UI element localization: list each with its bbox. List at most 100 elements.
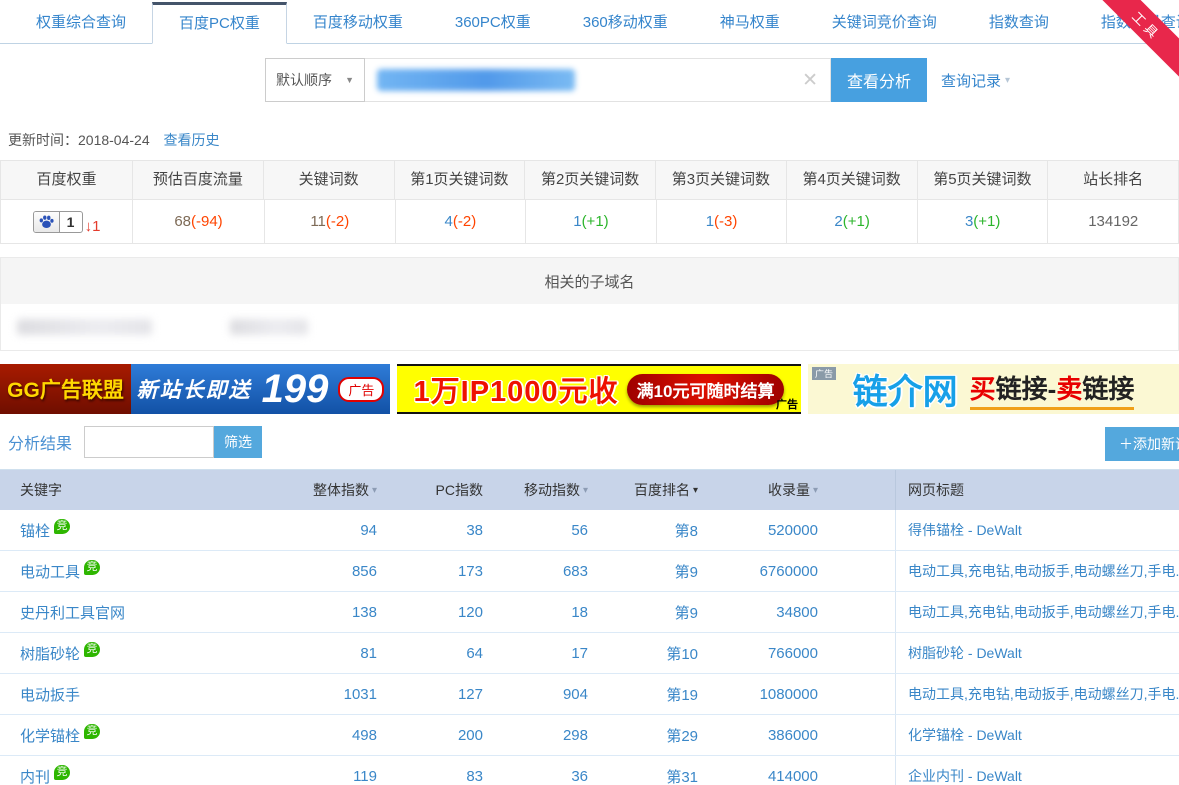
- page-title-link[interactable]: 树脂砂轮 - DeWalt: [908, 643, 1022, 663]
- summary-column-header: 第2页关键词数: [524, 161, 655, 199]
- baidu-rank-value[interactable]: 第9: [588, 561, 698, 582]
- column-header[interactable]: 收录量 ▾: [698, 480, 818, 500]
- mobile-index-value[interactable]: 904: [483, 686, 588, 703]
- update-time-label: 更新时间：: [8, 132, 78, 148]
- column-header[interactable]: 百度排名 ▾: [588, 480, 698, 500]
- table-row: 内刊竞 119 83 36 第31 414000 企业内刊 - DeWalt: [0, 756, 1179, 785]
- keyword-link[interactable]: 电动扳手: [20, 687, 80, 704]
- keyword-link[interactable]: 化学锚栓: [20, 728, 80, 745]
- bid-badge: 竞: [84, 642, 100, 657]
- baidu-rank-value[interactable]: 第9: [588, 602, 698, 623]
- table-row: 树脂砂轮竞 81 64 17 第10 766000 树脂砂轮 - DeWalt: [0, 633, 1179, 674]
- overall-index-value[interactable]: 119: [320, 768, 377, 785]
- column-header[interactable]: 移动指数 ▾: [483, 480, 588, 500]
- summary-value[interactable]: 2: [834, 213, 842, 230]
- overall-index-value[interactable]: 856: [320, 563, 377, 580]
- summary-value: 11: [310, 213, 326, 230]
- top-tab-bar: 权重综合查询百度PC权重百度移动权重360PC权重360移动权重神马权重关键词竞…: [0, 0, 1179, 44]
- clear-icon[interactable]: ✕: [802, 69, 818, 92]
- summary-value[interactable]: 3: [965, 213, 973, 230]
- baidu-rank-value[interactable]: 第19: [588, 684, 698, 705]
- mobile-index-value[interactable]: 56: [483, 522, 588, 539]
- nav-tab[interactable]: 神马权重: [694, 3, 806, 43]
- search-input[interactable]: ✕: [365, 58, 831, 102]
- keyword-table-header: 关键字 整体指数 ▾ PC指数 移动指数 ▾ 百度排名 ▾ 收录量 ▾ 网页标题: [0, 470, 1179, 510]
- filter-button[interactable]: 筛选: [214, 426, 262, 458]
- collected-count-value[interactable]: 6760000: [698, 563, 818, 580]
- search-bar: 默认顺序 ▼ ✕ 查看分析 查询记录 ▾: [265, 58, 1179, 102]
- overall-index-value[interactable]: 81: [320, 645, 377, 662]
- mobile-index-value[interactable]: 18: [483, 604, 588, 621]
- baidu-weight-badge[interactable]: 1: [33, 211, 83, 233]
- summary-column-header: 第1页关键词数: [394, 161, 525, 199]
- mobile-index-value[interactable]: 683: [483, 563, 588, 580]
- view-history-link[interactable]: 查看历史: [164, 132, 220, 148]
- overall-index-value[interactable]: 1031: [320, 686, 377, 703]
- mobile-index-value[interactable]: 36: [483, 768, 588, 785]
- weight-change: ↓1: [85, 218, 101, 235]
- analyze-button[interactable]: 查看分析: [831, 58, 927, 102]
- keyword-link[interactable]: 锚栓: [20, 523, 50, 540]
- add-keyword-button[interactable]: ＋添加新词: [1105, 427, 1179, 461]
- page-title-link[interactable]: 电动工具,充电钻,电动扳手,电动螺丝刀,手电...: [908, 561, 1179, 581]
- ad-banner-ip-traffic[interactable]: 1万IP1000元收 满10元可随时结算 广告: [397, 364, 801, 414]
- pc-index-value[interactable]: 38: [377, 522, 483, 539]
- mobile-index-value[interactable]: 17: [483, 645, 588, 662]
- ad-banner-gg-union[interactable]: GG广告联盟 新站长即送 199 广告: [0, 364, 390, 414]
- pc-index-value[interactable]: 83: [377, 768, 483, 785]
- summary-value[interactable]: 4: [445, 213, 453, 230]
- overall-index-value[interactable]: 94: [320, 522, 377, 539]
- nav-tab[interactable]: 关键词竞价查询: [806, 3, 963, 43]
- ad-banner-link-market[interactable]: 广告 链介网 买链接-卖链接: [808, 364, 1179, 414]
- collected-count-value[interactable]: 386000: [698, 727, 818, 744]
- ad-pill-text: 满10元可随时结算: [627, 374, 785, 405]
- nav-tab[interactable]: 360PC权重: [429, 3, 557, 43]
- baidu-rank-value[interactable]: 第8: [588, 520, 698, 541]
- collected-count-value[interactable]: 1080000: [698, 686, 818, 703]
- collected-count-value[interactable]: 766000: [698, 645, 818, 662]
- nav-tab[interactable]: 360移动权重: [557, 3, 694, 43]
- summary-value[interactable]: 1: [573, 213, 581, 230]
- pc-index-value[interactable]: 120: [377, 604, 483, 621]
- page-title-link[interactable]: 得伟锚栓 - DeWalt: [908, 520, 1022, 540]
- page-title-link[interactable]: 电动工具,充电钻,电动扳手,电动螺丝刀,手电...: [908, 684, 1179, 704]
- collected-count-value[interactable]: 414000: [698, 768, 818, 785]
- summary-value-cell: 2(+1): [786, 199, 917, 243]
- nav-tab[interactable]: 百度PC权重: [152, 2, 287, 44]
- mobile-index-value[interactable]: 298: [483, 727, 588, 744]
- keyword-link[interactable]: 树脂砂轮: [20, 646, 80, 663]
- baidu-rank-value[interactable]: 第10: [588, 643, 698, 664]
- blurred-subdomain: [230, 319, 308, 335]
- page-title-link[interactable]: 电动工具,充电钻,电动扳手,电动螺丝刀,手电...: [908, 602, 1179, 622]
- column-header[interactable]: 整体指数 ▾: [320, 480, 377, 500]
- page-title-link[interactable]: 企业内刊 - DeWalt: [908, 766, 1022, 785]
- summary-column-header: 站长排名: [1047, 161, 1178, 199]
- column-header-label: 整体指数: [313, 480, 369, 500]
- overall-index-value[interactable]: 138: [320, 604, 377, 621]
- nav-tab[interactable]: 百度移动权重: [287, 3, 429, 43]
- sort-order-select[interactable]: 默认顺序 ▼: [265, 58, 365, 102]
- keyword-link[interactable]: 史丹利工具官网: [20, 605, 125, 622]
- pc-index-value[interactable]: 200: [377, 727, 483, 744]
- collected-count-value[interactable]: 520000: [698, 522, 818, 539]
- nav-tab[interactable]: 指数查询: [963, 3, 1075, 43]
- table-row: 锚栓竞 94 38 56 第8 520000 得伟锚栓 - DeWalt: [0, 510, 1179, 551]
- overall-index-value[interactable]: 498: [320, 727, 377, 744]
- pc-index-value[interactable]: 173: [377, 563, 483, 580]
- query-history-link[interactable]: 查询记录 ▾: [941, 58, 1010, 102]
- sort-caret-icon[interactable]: ▾: [813, 485, 818, 496]
- keyword-link[interactable]: 内刊: [20, 769, 50, 785]
- baidu-weight-cell: 1 ↓1: [0, 199, 132, 243]
- page-title-link[interactable]: 化学锚栓 - DeWalt: [908, 725, 1022, 745]
- baidu-rank-value[interactable]: 第31: [588, 766, 698, 785]
- collected-count-value[interactable]: 34800: [698, 604, 818, 621]
- nav-tab[interactable]: 权重综合查询: [10, 3, 152, 43]
- pc-index-value[interactable]: 127: [377, 686, 483, 703]
- summary-column-header: 第3页关键词数: [655, 161, 786, 199]
- keyword-link[interactable]: 电动工具: [20, 564, 80, 581]
- baidu-rank-value[interactable]: 第29: [588, 725, 698, 746]
- filter-input[interactable]: [84, 426, 214, 458]
- pc-index-value[interactable]: 64: [377, 645, 483, 662]
- summary-value: 68: [174, 213, 191, 230]
- summary-value[interactable]: 1: [706, 213, 714, 230]
